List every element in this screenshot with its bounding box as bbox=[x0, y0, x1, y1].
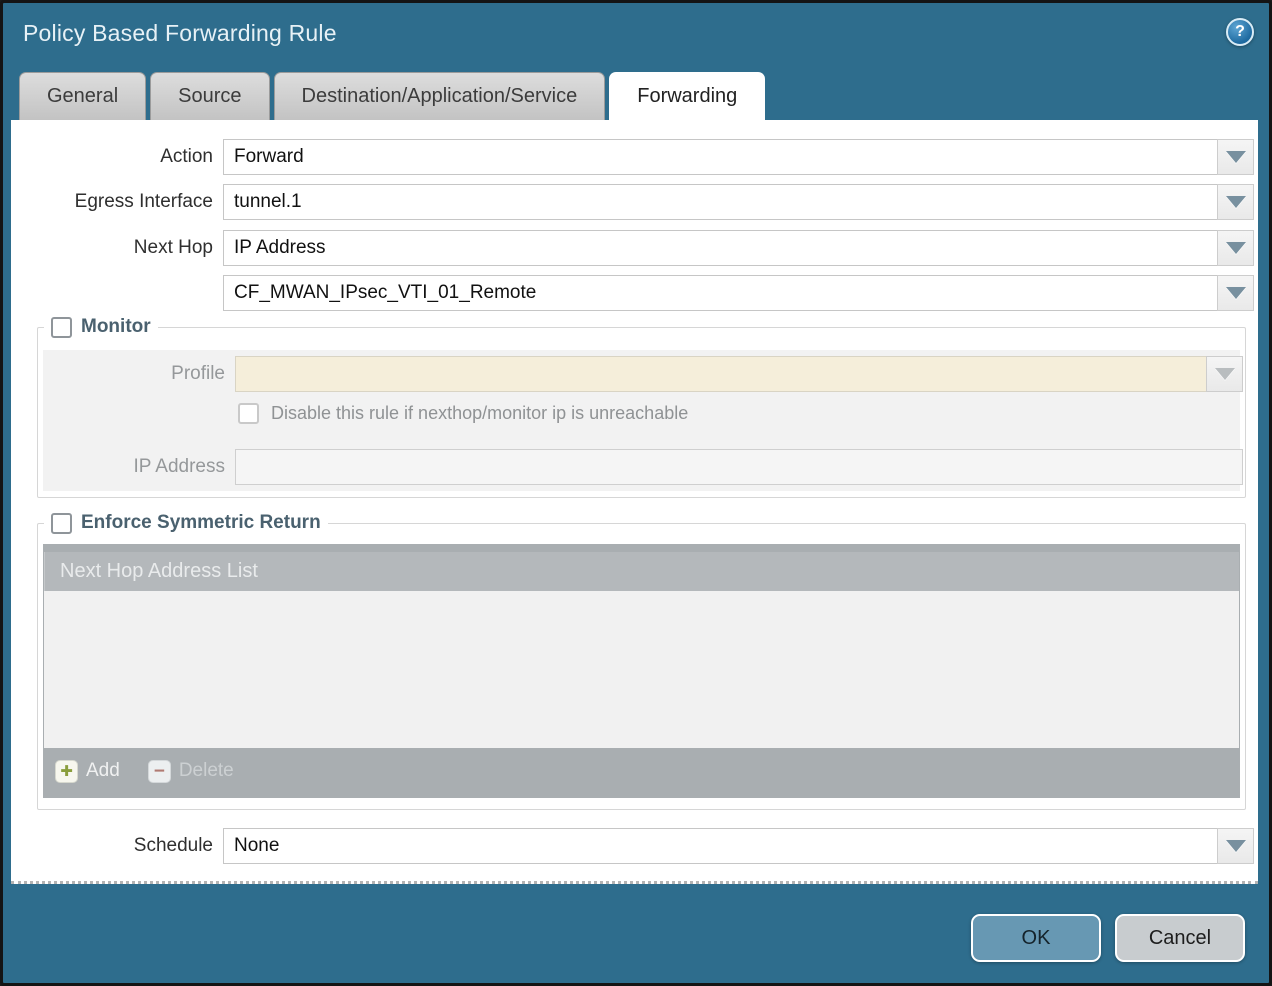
next-hop-type-combo bbox=[223, 230, 1254, 266]
add-button-label: Add bbox=[86, 760, 120, 782]
action-row: Action bbox=[11, 139, 1258, 175]
disable-rule-checkbox[interactable] bbox=[238, 403, 259, 424]
next-hop-address-list-toolbar: ✚ Add − Delete bbox=[44, 748, 1239, 794]
profile-dropdown-button[interactable] bbox=[1206, 356, 1243, 392]
next-hop-address-dropdown-button[interactable] bbox=[1217, 275, 1254, 311]
monitor-checkbox[interactable] bbox=[51, 317, 72, 338]
monitor-legend: Monitor bbox=[44, 316, 158, 338]
enforce-symmetric-return-legend: Enforce Symmetric Return bbox=[44, 512, 328, 534]
chevron-down-icon bbox=[1226, 287, 1246, 299]
schedule-combo bbox=[223, 828, 1254, 864]
chevron-down-icon bbox=[1215, 368, 1235, 380]
plus-icon: ✚ bbox=[55, 760, 78, 783]
next-hop-address-row bbox=[11, 275, 1258, 311]
help-icon: ? bbox=[1235, 24, 1245, 40]
delete-button[interactable]: − Delete bbox=[148, 760, 234, 783]
profile-combo bbox=[235, 356, 1243, 392]
monitor-legend-label: Monitor bbox=[81, 316, 151, 338]
tab-destination-application-service[interactable]: Destination/Application/Service bbox=[274, 72, 606, 120]
monitor-ip-address-input[interactable] bbox=[235, 449, 1243, 485]
minus-icon: − bbox=[148, 760, 171, 783]
profile-input[interactable] bbox=[235, 356, 1243, 392]
egress-interface-dropdown-button[interactable] bbox=[1217, 184, 1254, 220]
monitor-group: Monitor Profile Disable this rule if nex… bbox=[37, 316, 1246, 498]
action-input[interactable] bbox=[223, 139, 1254, 175]
next-hop-type-input[interactable] bbox=[223, 230, 1254, 266]
enforce-symmetric-return-legend-label: Enforce Symmetric Return bbox=[81, 512, 321, 534]
next-hop-label: Next Hop bbox=[11, 230, 213, 266]
next-hop-address-list-table: Next Hop Address List ✚ Add − Delete bbox=[43, 544, 1240, 798]
next-hop-address-combo bbox=[223, 275, 1254, 311]
schedule-row: Schedule bbox=[11, 828, 1258, 864]
page-title: Policy Based Forwarding Rule bbox=[23, 20, 337, 47]
egress-interface-row: Egress Interface bbox=[11, 184, 1258, 220]
profile-label: Profile bbox=[43, 356, 225, 392]
egress-interface-combo bbox=[223, 184, 1254, 220]
disable-rule-row: Disable this rule if nexthop/monitor ip … bbox=[238, 403, 688, 424]
enforce-symmetric-return-group: Enforce Symmetric Return Next Hop Addres… bbox=[37, 512, 1246, 810]
next-hop-address-list-column-header[interactable]: Next Hop Address List bbox=[44, 552, 1239, 591]
chevron-down-icon bbox=[1226, 151, 1246, 163]
tab-general[interactable]: General bbox=[19, 72, 146, 120]
add-button[interactable]: ✚ Add bbox=[55, 760, 120, 783]
next-hop-address-list-body bbox=[44, 591, 1239, 748]
cancel-button[interactable]: Cancel bbox=[1115, 914, 1245, 962]
chevron-down-icon bbox=[1226, 196, 1246, 208]
disable-rule-label: Disable this rule if nexthop/monitor ip … bbox=[271, 403, 688, 424]
next-hop-address-input[interactable] bbox=[223, 275, 1254, 311]
help-button[interactable]: ? bbox=[1226, 18, 1254, 46]
action-dropdown-button[interactable] bbox=[1217, 139, 1254, 175]
schedule-dropdown-button[interactable] bbox=[1217, 828, 1254, 864]
tab-forwarding[interactable]: Forwarding bbox=[609, 72, 765, 121]
schedule-input[interactable] bbox=[223, 828, 1254, 864]
action-combo bbox=[223, 139, 1254, 175]
schedule-label: Schedule bbox=[11, 828, 213, 864]
monitor-ip-address-label: IP Address bbox=[43, 449, 225, 485]
enforce-symmetric-return-checkbox[interactable] bbox=[51, 513, 72, 534]
chevron-down-icon bbox=[1226, 840, 1246, 852]
action-label: Action bbox=[11, 139, 213, 175]
ok-button[interactable]: OK bbox=[971, 914, 1101, 962]
delete-button-label: Delete bbox=[179, 760, 234, 782]
monitor-disabled-panel: Profile Disable this rule if nexthop/mon… bbox=[43, 350, 1240, 491]
next-hop-row: Next Hop bbox=[11, 230, 1258, 266]
tab-source[interactable]: Source bbox=[150, 72, 269, 120]
pbf-rule-dialog: Policy Based Forwarding Rule ? General S… bbox=[0, 0, 1272, 986]
monitor-ip-address-field bbox=[235, 449, 1243, 485]
tab-bar: General Source Destination/Application/S… bbox=[19, 72, 765, 120]
next-hop-type-dropdown-button[interactable] bbox=[1217, 230, 1254, 266]
forwarding-tab-panel: Action Egress Interface Next Hop bbox=[11, 120, 1258, 884]
chevron-down-icon bbox=[1226, 242, 1246, 254]
egress-interface-input[interactable] bbox=[223, 184, 1254, 220]
egress-interface-label: Egress Interface bbox=[11, 184, 213, 220]
